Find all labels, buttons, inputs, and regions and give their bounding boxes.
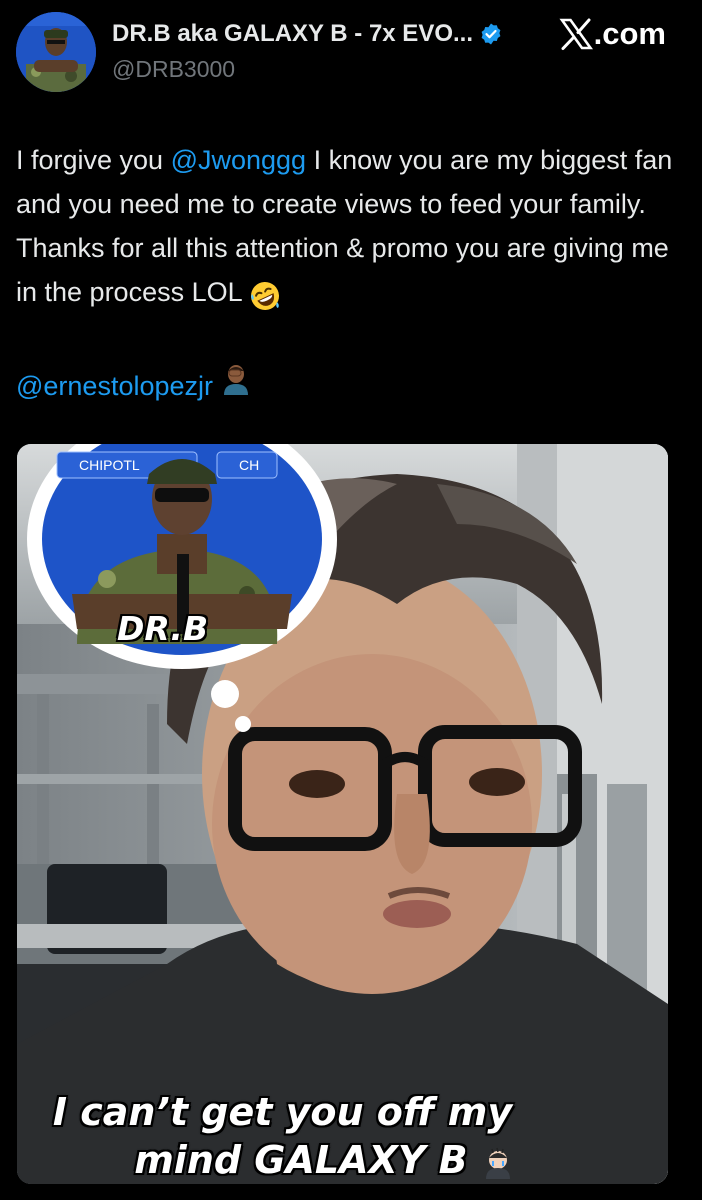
caption-line-2: mind GALAXY B bbox=[17, 1138, 650, 1182]
mention-link-2[interactable]: @ernestolopezjr bbox=[16, 364, 213, 408]
second-mention-line: @ernestolopezjr bbox=[16, 362, 253, 409]
tweet-media-image[interactable]: CHIPOTL CH DR.B I can’t get you off my m… bbox=[17, 444, 668, 1184]
crying-face-emoji-icon bbox=[481, 1146, 515, 1180]
brand-suffix: .com bbox=[593, 16, 666, 51]
caption-line-2-text: mind GALAXY B bbox=[134, 1138, 468, 1182]
tweet-text-part: I forgive you bbox=[16, 145, 171, 175]
x-brand-logo: .com bbox=[559, 16, 666, 52]
verified-badge-icon bbox=[479, 22, 503, 46]
avatar[interactable] bbox=[16, 12, 96, 92]
facepalm-emoji-icon bbox=[219, 362, 253, 409]
mention-link[interactable]: @Jwonggg bbox=[171, 145, 307, 175]
bubble-chip-label-1: CHIPOTL bbox=[79, 457, 140, 473]
x-logo-icon bbox=[559, 17, 593, 51]
handle[interactable]: @DRB3000 bbox=[112, 56, 235, 83]
display-name[interactable]: DR.B aka GALAXY B - 7x EVO... bbox=[112, 20, 473, 48]
bubble-label: DR.B bbox=[117, 609, 209, 648]
name-row: DR.B aka GALAXY B - 7x EVO... bbox=[112, 20, 503, 48]
rolling-on-floor-laughing-emoji-icon bbox=[249, 272, 281, 316]
bubble-chip-label-2: CH bbox=[239, 457, 260, 473]
tweet-header: DR.B aka GALAXY B - 7x EVO... @DRB3000 .… bbox=[0, 0, 702, 100]
caption-line-1: I can’t get you off my bbox=[52, 1090, 513, 1134]
tweet-body: I forgive you @Jwonggg I know you are my… bbox=[16, 138, 686, 316]
